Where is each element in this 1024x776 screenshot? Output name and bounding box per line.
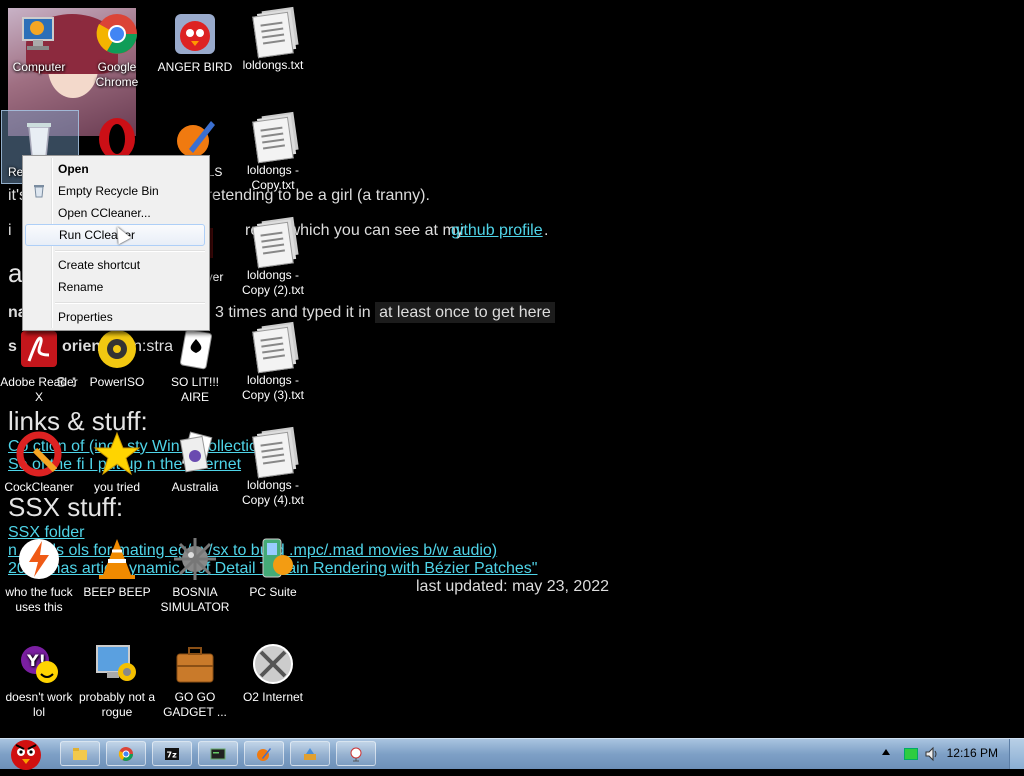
- battery-icon[interactable]: [904, 748, 918, 760]
- desktop-icon-poweriso[interactable]: PowerISO: [78, 325, 156, 390]
- menu-item-properties[interactable]: Properties: [25, 306, 205, 328]
- menu-item-open[interactable]: Open: [25, 158, 205, 180]
- chrome-icon: [118, 746, 134, 762]
- desktop-icon-loldongs-copy[interactable]: loldongs - Copy.txt: [234, 115, 312, 193]
- desktop[interactable]: it's a that rapes women by pretending to…: [0, 0, 1024, 738]
- text-file-icon: [252, 116, 294, 164]
- taskbar-explorer[interactable]: [60, 741, 100, 766]
- clock[interactable]: 12:16 PM: [947, 746, 998, 760]
- text-file-icon: [252, 11, 294, 59]
- taskbar-7zip[interactable]: 7z: [152, 741, 192, 766]
- chrome-icon: [93, 10, 141, 58]
- desktop-icon-adobe-reader[interactable]: Adobe Reader X: [0, 325, 78, 405]
- desktop-icon-gadget[interactable]: GO GO GADGET ...: [156, 640, 234, 720]
- github-profile-link[interactable]: github profile: [451, 222, 543, 240]
- taskbar-terminal[interactable]: [198, 741, 238, 766]
- desktop-icon-anger-bird[interactable]: ANGER BIRD: [156, 10, 234, 75]
- text-file-icon: [252, 221, 294, 269]
- solitaire-icon: [171, 325, 219, 373]
- desktop-icon-bosnia-simulator[interactable]: BOSNIA SIMULATOR: [156, 535, 234, 615]
- recycle-bin-small-icon: [31, 183, 47, 199]
- spider-icon: [171, 430, 219, 478]
- menu-separator: [55, 250, 205, 252]
- mine-icon: [171, 535, 219, 583]
- terminal-icon: [210, 746, 226, 762]
- menu-item-rename[interactable]: Rename: [25, 276, 205, 298]
- desktop-icon-chrome[interactable]: Google Chrome: [78, 10, 156, 90]
- taskbar-tools[interactable]: [290, 741, 330, 766]
- menu-item-open-ccleaner[interactable]: Open CCleaner...: [25, 202, 205, 224]
- text-file-icon: [252, 326, 294, 374]
- desktop-icon-rogue[interactable]: probably not a rogue: [78, 640, 156, 720]
- vlc-icon: [93, 535, 141, 583]
- desktop-icon-o2-internet[interactable]: O2 Internet: [234, 640, 312, 705]
- adobe-reader-icon: [15, 325, 63, 373]
- text-file-icon: [252, 431, 294, 479]
- tools-icon: [302, 746, 318, 762]
- briefcase-icon: [171, 640, 219, 688]
- pc-suite-icon: [249, 535, 297, 583]
- taskbar: 7z 12:16 PM: [0, 738, 1024, 770]
- show-hidden-icons-arrow-icon[interactable]: [882, 749, 890, 755]
- menu-item-empty-recycle-bin[interactable]: Empty Recycle Bin: [25, 180, 205, 202]
- flash-icon: [15, 535, 63, 583]
- menu-item-create-shortcut[interactable]: Create shortcut: [25, 254, 205, 276]
- 7zip-icon: 7z: [164, 746, 180, 762]
- taskbar-chrome[interactable]: [106, 741, 146, 766]
- desktop-icon-yahoo[interactable]: Y! doesn't work lol: [0, 640, 78, 720]
- desktop-icon-beep-beep[interactable]: BEEP BEEP: [78, 535, 156, 600]
- desktop-icon-loldongs-copy-3[interactable]: loldongs - Copy (3).txt: [234, 325, 312, 403]
- paint-icon: [256, 746, 272, 762]
- wallpaper-heading-ssx: SSX stuff:: [8, 492, 124, 522]
- show-desktop-button[interactable]: [1009, 739, 1024, 769]
- desktop-icon-loldongs-copy-4[interactable]: loldongs - Copy (4).txt: [234, 430, 312, 508]
- desktop-icon-you-tried[interactable]: you tried: [78, 430, 156, 495]
- desktop-icon-australia[interactable]: Australia: [156, 430, 234, 495]
- wallpaper-heading-a: a: [8, 258, 23, 288]
- computer-icon: [15, 10, 63, 58]
- taskbar-paint[interactable]: [244, 741, 284, 766]
- svg-text:7z: 7z: [167, 751, 178, 760]
- desktop-icon-pc-suite[interactable]: PC Suite: [234, 535, 312, 600]
- context-menu: Open Empty Recycle Bin Open CCleaner... …: [22, 155, 210, 331]
- poweriso-icon: [93, 325, 141, 373]
- o2-icon: [249, 640, 297, 688]
- menu-separator: [55, 302, 205, 304]
- explorer-icon: [72, 746, 88, 762]
- yahoo-icon: Y!: [15, 640, 63, 688]
- desktop-icon-ccleaner[interactable]: CockCleaner: [0, 430, 78, 495]
- rogue-icon: [93, 640, 141, 688]
- desktop-icon-flash[interactable]: who the fuck uses this: [0, 535, 78, 615]
- desktop-icon-computer[interactable]: Computer: [0, 10, 78, 75]
- network-icon: [348, 746, 364, 762]
- wallpaper-text-projects: i roject which you can see at my github …: [8, 222, 549, 239]
- system-tray: 12:16 PM: [854, 739, 1024, 769]
- last-updated-text: last updated: may 23, 2022: [416, 578, 610, 595]
- taskbar-network[interactable]: [336, 741, 376, 766]
- desktop-icon-loldongs-copy-2[interactable]: loldongs - Copy (2).txt: [234, 220, 312, 298]
- wallpaper-text-typed: 3 times and typed it in at least once to…: [215, 302, 555, 323]
- desktop-icon-solitaire[interactable]: SO LIT!!! AIRE: [156, 325, 234, 405]
- start-button[interactable]: [2, 733, 50, 771]
- angry-bird-icon: [171, 10, 219, 58]
- star-icon: [93, 430, 141, 478]
- ccleaner-icon: [15, 430, 63, 478]
- desktop-icon-loldongs[interactable]: loldongs.txt: [234, 10, 312, 73]
- volume-icon[interactable]: [924, 746, 940, 767]
